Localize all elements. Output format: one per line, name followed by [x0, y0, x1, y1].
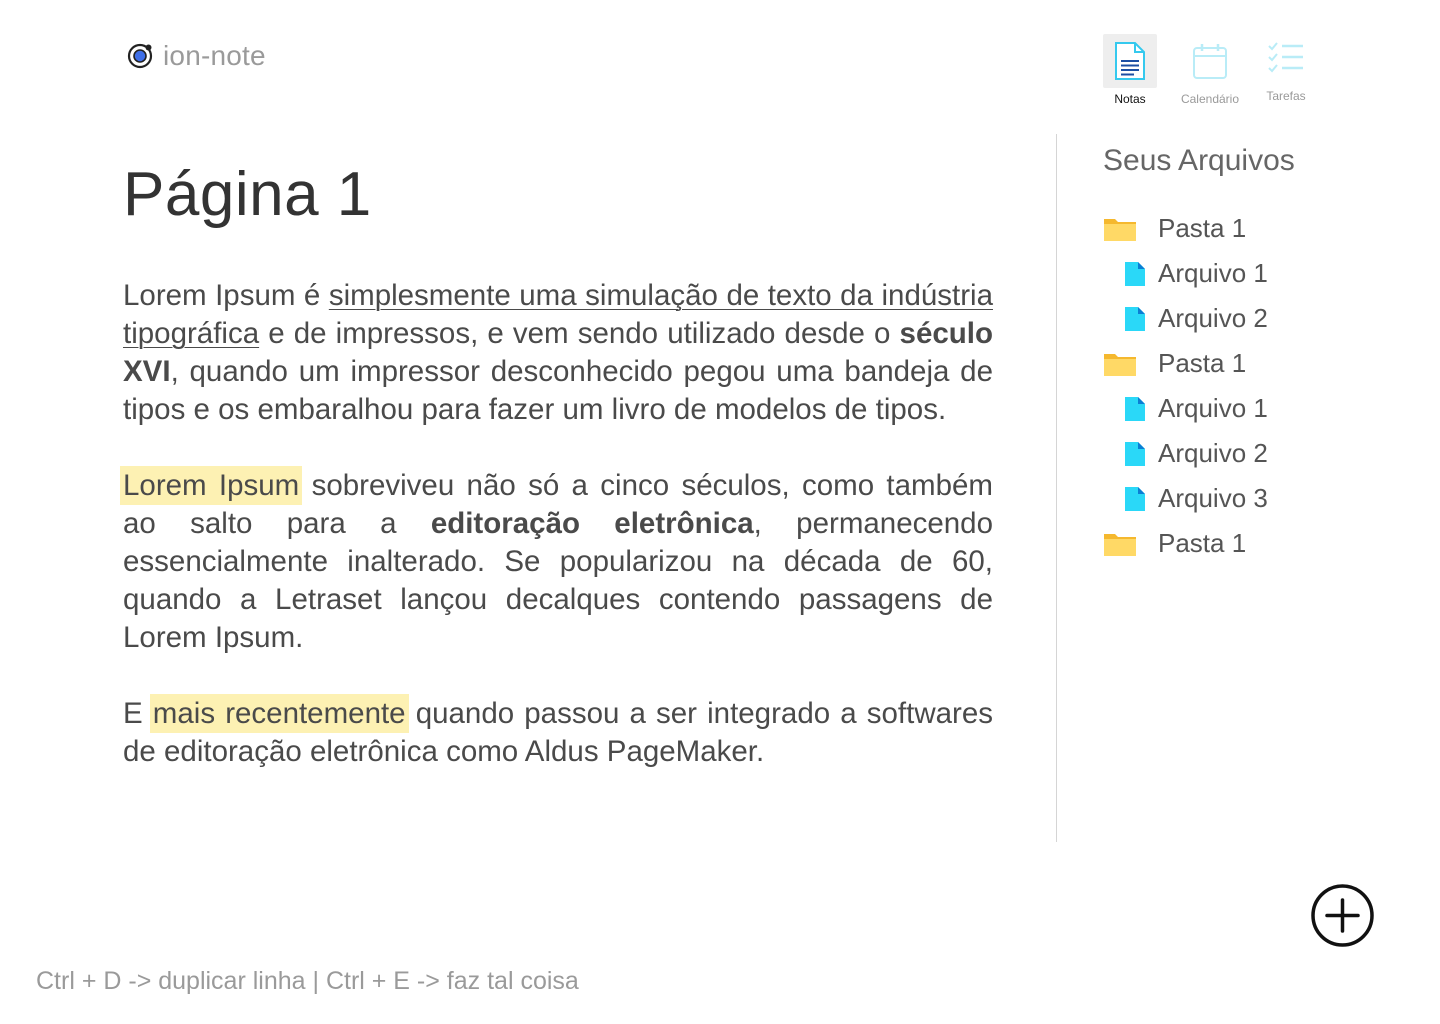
paragraph-1: Lorem Ipsum é simplesmente uma simulação…: [123, 277, 993, 429]
calendar-icon: [1193, 44, 1227, 79]
file-icon: [1118, 396, 1152, 422]
folder-item[interactable]: Pasta 1: [1103, 206, 1403, 251]
add-circle-icon[interactable]: [1311, 884, 1374, 947]
page-title: Página 1: [123, 160, 372, 229]
folder-icon: [1103, 216, 1137, 242]
paragraph-3: E mais recentemente quando passou a ser …: [123, 695, 993, 771]
nav-label-calendario: Calendário: [1180, 92, 1240, 106]
app-name: ion-note: [163, 40, 266, 71]
file-item[interactable]: Arquivo 2: [1103, 431, 1403, 476]
sidebar-title: Seus Arquivos: [1103, 144, 1295, 177]
nav-item-tarefas[interactable]: Tarefas: [1256, 31, 1316, 103]
highlighted-text: Lorem Ipsum: [123, 469, 300, 502]
checklist-icon: [1268, 42, 1303, 73]
file-icon: [1118, 441, 1152, 467]
file-icon: [1118, 486, 1152, 512]
file-item[interactable]: Arquivo 3: [1103, 476, 1403, 521]
ionic-logo-icon: [127, 43, 153, 69]
file-icon: [1118, 261, 1152, 287]
file-label: Arquivo 1: [1158, 393, 1268, 423]
folder-item[interactable]: Pasta 1: [1103, 521, 1403, 566]
files-sidebar: Seus Arquivos Pasta 1 Arquivo 1 Arquivo …: [1103, 142, 1403, 566]
folder-label: Pasta 1: [1158, 348, 1247, 378]
file-label: Arquivo 3: [1158, 483, 1268, 513]
brand: ion-note: [126, 40, 266, 72]
nav-item-calendario[interactable]: Calendário: [1180, 34, 1240, 106]
file-icon: [1118, 306, 1152, 332]
divider: [1056, 134, 1057, 842]
keyboard-shortcuts-hint: Ctrl + D -> duplicar linha | Ctrl + E ->…: [36, 967, 579, 995]
file-tree: Pasta 1 Arquivo 1 Arquivo 2 Pasta 1 Arqu…: [1103, 206, 1403, 566]
file-item[interactable]: Arquivo 2: [1103, 296, 1403, 341]
folder-label: Pasta 1: [1158, 213, 1247, 243]
note-editor[interactable]: Página 1 Lorem Ipsum é simplesmente uma …: [123, 150, 993, 771]
folder-icon: [1103, 531, 1137, 557]
nav-label-notas: Notas: [1114, 92, 1146, 106]
file-label: Arquivo 2: [1158, 438, 1268, 468]
document-icon: [1115, 42, 1145, 80]
file-label: Arquivo 1: [1158, 258, 1268, 288]
app-window: ion-note Notas Calendário Tarefas Página…: [0, 0, 1440, 1024]
highlighted-text: mais recentemente: [152, 697, 406, 730]
text-run: E: [123, 697, 153, 730]
folder-icon: [1103, 351, 1137, 377]
file-item[interactable]: Arquivo 1: [1103, 251, 1403, 296]
text-run: e de impressos, e vem sendo utilizado de…: [259, 317, 900, 350]
top-nav: Notas Calendário Tarefas: [1103, 34, 1323, 114]
folder-label: Pasta 1: [1158, 528, 1247, 558]
nav-item-notas[interactable]: Notas: [1100, 34, 1160, 106]
file-label: Arquivo 2: [1158, 303, 1268, 333]
nav-label-tarefas: Tarefas: [1266, 89, 1306, 103]
text-run: , quando um impressor desconhecido pegou…: [123, 355, 993, 426]
bold-text: editoração eletrônica: [430, 507, 754, 540]
paragraph-2: Lorem Ipsum sobreviveu não só a cinco sé…: [123, 467, 993, 657]
folder-item[interactable]: Pasta 1: [1103, 341, 1403, 386]
file-item[interactable]: Arquivo 1: [1103, 386, 1403, 431]
text-run: Lorem Ipsum é: [123, 279, 329, 312]
